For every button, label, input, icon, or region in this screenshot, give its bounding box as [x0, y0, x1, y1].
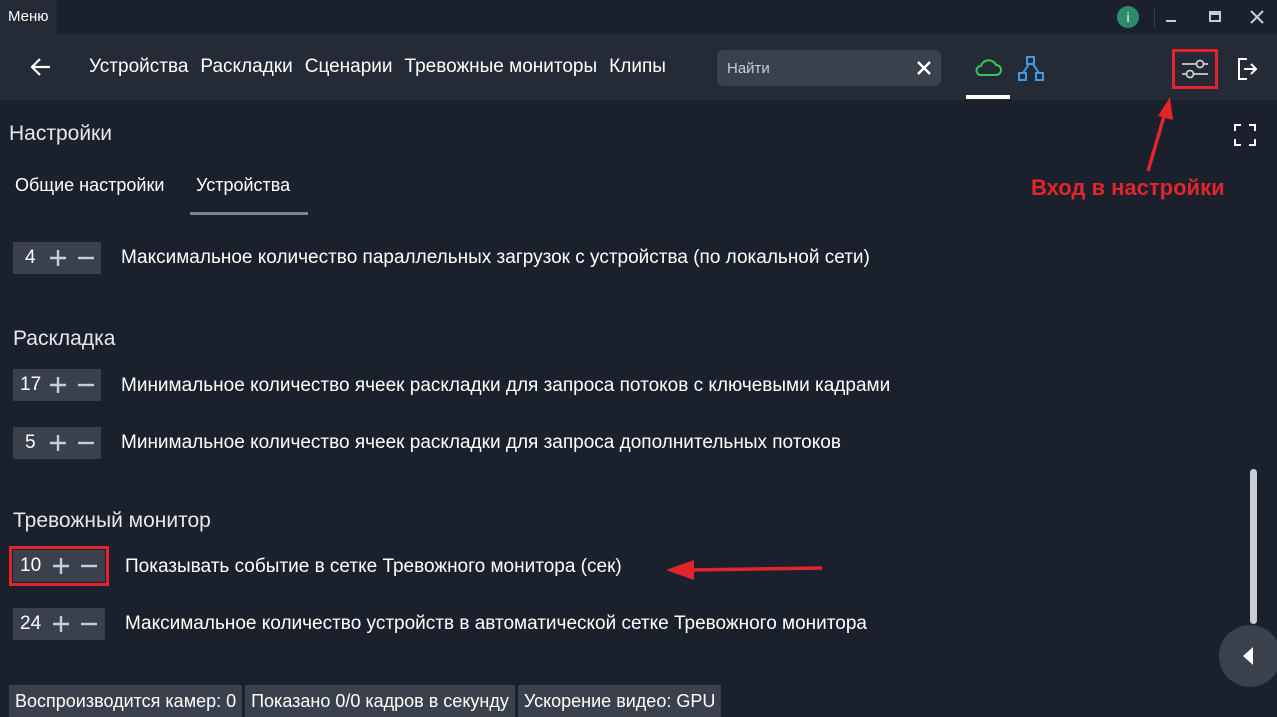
page-title: Настройки	[9, 122, 112, 145]
nav-link-alarm-monitors[interactable]: Тревожные мониторы	[405, 56, 598, 78]
section-title-alarm-monitor: Тревожный монитор	[13, 509, 211, 532]
minus-icon[interactable]	[76, 433, 96, 453]
nav-link-devices[interactable]: Устройства	[89, 56, 188, 78]
annotation-arrow-up-icon	[1146, 97, 1173, 172]
setting-label: Показывать событие в сетке Тревожного мо…	[125, 556, 622, 577]
search-box	[717, 50, 941, 86]
stepper-value[interactable]: 4	[13, 247, 36, 269]
minus-icon[interactable]	[76, 248, 96, 268]
cloud-tab-indicator	[966, 95, 1010, 99]
plus-icon[interactable]	[48, 433, 68, 453]
fullscreen-icon[interactable]	[1233, 123, 1257, 147]
nav-links: Устройства Раскладки Сценарии Тревожные …	[89, 56, 666, 78]
stepper-value[interactable]: 17	[13, 374, 41, 396]
tab-general-settings[interactable]: Общие настройки	[15, 175, 164, 196]
cloud-icon[interactable]	[973, 56, 1003, 80]
plus-icon[interactable]	[48, 375, 68, 395]
menu-button[interactable]: Меню	[0, 0, 57, 34]
annotation-highlight-box	[9, 546, 109, 586]
nav-link-clips[interactable]: Клипы	[609, 56, 666, 78]
titlebar-divider	[1154, 8, 1155, 28]
search-input[interactable]	[727, 50, 907, 86]
status-bar: Воспроизводится камер: 0 Показано 0/0 ка…	[9, 685, 722, 717]
setting-label: Минимальное количество ячеек раскладки д…	[121, 432, 841, 453]
navigation-bar: Устройства Раскладки Сценарии Тревожные …	[0, 34, 1277, 100]
status-cameras-playing: Воспроизводится камер: 0	[9, 685, 243, 717]
plus-icon[interactable]	[51, 614, 71, 634]
stepper-value[interactable]: 5	[13, 432, 36, 454]
stepper-value[interactable]: 24	[13, 613, 41, 635]
back-arrow-icon[interactable]	[28, 54, 54, 80]
quantity-stepper: 5	[13, 427, 101, 459]
minus-icon[interactable]	[76, 375, 96, 395]
setting-label: Минимальное количество ячеек раскладки д…	[121, 375, 891, 396]
status-video-acceleration: Ускорение видео: GPU	[517, 685, 722, 717]
minus-icon[interactable]	[79, 614, 99, 634]
annotation-arrow-left-icon	[666, 560, 823, 580]
collapse-panel-button[interactable]	[1219, 625, 1277, 687]
settings-sliders-icon[interactable]	[1172, 49, 1218, 89]
scrollbar[interactable]	[1250, 469, 1257, 624]
quantity-stepper: 24	[13, 608, 105, 640]
annotation-settings-entry: Вход в настройки	[1031, 175, 1225, 200]
info-icon[interactable]: i	[1117, 6, 1139, 28]
clear-search-icon[interactable]	[915, 59, 933, 77]
tab-devices[interactable]: Устройства	[196, 175, 290, 196]
logout-icon[interactable]	[1236, 56, 1258, 82]
quantity-stepper: 4	[13, 242, 101, 274]
setting-label: Максимальное количество устройств в авто…	[125, 613, 867, 634]
active-tab-indicator	[190, 212, 308, 215]
maximize-icon[interactable]	[1203, 5, 1227, 29]
section-title-layout: Раскладка	[13, 327, 116, 350]
plus-icon[interactable]	[48, 248, 68, 268]
title-bar: Меню i	[0, 0, 1277, 34]
nav-link-layouts[interactable]: Раскладки	[200, 56, 292, 78]
nav-link-scenarios[interactable]: Сценарии	[305, 56, 393, 78]
network-icon[interactable]	[1017, 55, 1045, 83]
quantity-stepper: 17	[13, 369, 101, 401]
minimize-icon[interactable]	[1159, 5, 1183, 29]
close-icon[interactable]	[1245, 5, 1269, 29]
setting-label: Максимальное количество параллельных заг…	[121, 247, 870, 268]
status-frames-per-second: Показано 0/0 кадров в секунду	[245, 685, 515, 717]
